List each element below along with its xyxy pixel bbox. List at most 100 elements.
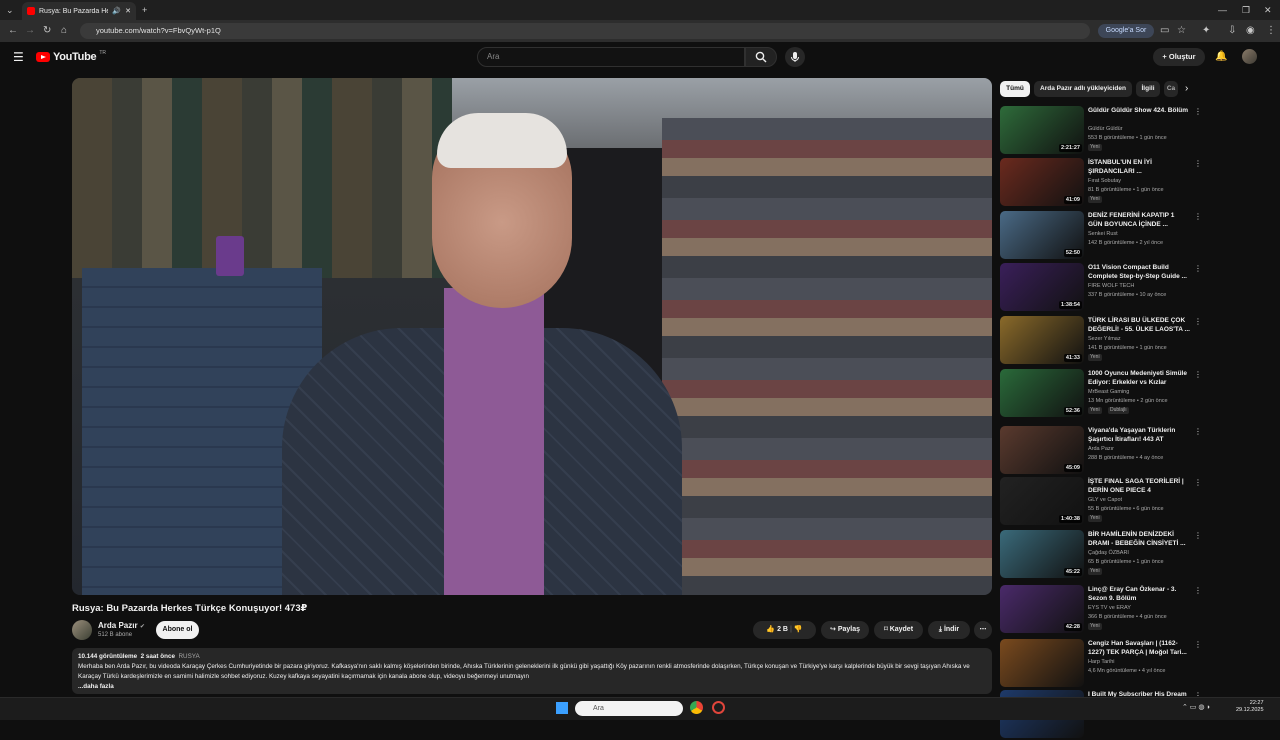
- google-ask-button[interactable]: Google'a Sor: [1098, 24, 1154, 38]
- hamburger-menu-icon[interactable]: ☰: [13, 51, 24, 63]
- extensions-icon[interactable]: ✦: [1202, 25, 1210, 37]
- list-item-channel[interactable]: MrBeast Gaming: [1088, 389, 1129, 395]
- search-button[interactable]: [745, 47, 777, 67]
- share-button[interactable]: ↪ Paylaş: [821, 621, 869, 639]
- list-item[interactable]: 45:09 Viyana'da Yaşayan Türklerin Şaşırtı…: [1000, 426, 1202, 476]
- home-icon[interactable]: ⌂: [61, 25, 67, 37]
- video-thumbnail[interactable]: 2:21:27: [1000, 106, 1084, 154]
- kebab-menu-icon[interactable]: ⋮: [1194, 427, 1202, 436]
- kebab-menu-icon[interactable]: ⋮: [1194, 159, 1202, 168]
- video-thumbnail[interactable]: 42:28: [1000, 585, 1084, 633]
- browser-tab[interactable]: Rusya: Bu Pazarda Herkes T 🔊 ✕: [22, 2, 136, 20]
- video-thumbnail[interactable]: 45:22: [1000, 530, 1084, 578]
- kebab-menu-icon[interactable]: ⋮: [1194, 586, 1202, 595]
- list-item-channel[interactable]: Senkei Rust: [1088, 231, 1118, 237]
- downloads-icon[interactable]: ⇩: [1228, 25, 1236, 37]
- kebab-menu-icon[interactable]: ⋮: [1194, 531, 1202, 540]
- taskbar-search[interactable]: Ara: [575, 701, 683, 716]
- like-button[interactable]: 👍 2 B: [766, 626, 788, 633]
- list-item-title[interactable]: BİR HAMİLENİN DENİZDEKİ DRAMI - BEBEĞİN …: [1088, 530, 1190, 548]
- kebab-menu-icon[interactable]: ⋮: [1194, 370, 1202, 379]
- list-item-channel[interactable]: Sezer Yılmaz: [1088, 336, 1121, 342]
- chip-all[interactable]: Tümü: [1000, 81, 1030, 97]
- address-bar[interactable]: youtube.com/watch?v=FbvQyWt-p1Q: [80, 23, 1090, 39]
- video-thumbnail[interactable]: 41:09: [1000, 158, 1084, 206]
- voice-search-button[interactable]: [785, 47, 805, 67]
- tab-list-icon[interactable]: ⌄: [6, 4, 14, 16]
- list-item-channel[interactable]: Harp Tarihi: [1088, 659, 1115, 665]
- channel-name[interactable]: Arda Pazır ✔: [98, 621, 145, 630]
- list-item-title[interactable]: 1000 Oyuncu Medeniyeti Simüle Ediyor: Er…: [1088, 369, 1190, 387]
- video-thumbnail[interactable]: 45:09: [1000, 426, 1084, 474]
- video-thumbnail[interactable]: [1000, 639, 1084, 687]
- reload-icon[interactable]: ↻: [43, 25, 51, 37]
- list-item-channel[interactable]: Arda Pazır: [1088, 446, 1114, 452]
- video-thumbnail[interactable]: 52:36: [1000, 369, 1084, 417]
- video-thumbnail[interactable]: 52:50: [1000, 211, 1084, 259]
- chevron-right-icon[interactable]: ›: [1185, 83, 1188, 95]
- list-item[interactable]: 42:28 Linç@ Eray Can Özkenar - 3. Sezon 9…: [1000, 585, 1202, 635]
- youtube-logo[interactable]: YouTube TR: [36, 50, 106, 63]
- list-item[interactable]: 2:21:27 Güldür Güldür Show 424. Bölüm Güld…: [1000, 106, 1202, 156]
- chrome-taskbar-icon[interactable]: [690, 701, 703, 714]
- tray-icons[interactable]: ⌃ ▭ ◍ ◗: [1182, 703, 1211, 711]
- system-clock[interactable]: 22:27 29.12.2025: [1236, 700, 1264, 714]
- kebab-menu-icon[interactable]: ⋮: [1194, 478, 1202, 487]
- minimize-icon[interactable]: —: [1218, 4, 1227, 16]
- create-button[interactable]: + Oluştur: [1153, 48, 1205, 66]
- search-input[interactable]: Ara: [477, 47, 745, 67]
- notifications-bell-icon[interactable]: 🔔: [1215, 51, 1227, 62]
- video-player[interactable]: [72, 78, 992, 595]
- list-item[interactable]: 52:36 1000 Oyuncu Medeniyeti Simüle Ediyo…: [1000, 369, 1202, 419]
- list-item[interactable]: 52:50 DENİZ FENERİNİ KAPATIP 1 GÜN BOYUNC…: [1000, 211, 1202, 261]
- menu-icon[interactable]: ⋮: [1266, 25, 1276, 37]
- list-item-channel[interactable]: EYS TV ve ERAY: [1088, 605, 1131, 611]
- video-hashtag[interactable]: RUSYA: [178, 653, 199, 660]
- list-item-title[interactable]: İSTANBUL'UN EN İYİ ŞIRDANCILARI ...: [1088, 158, 1190, 176]
- list-item-title[interactable]: Linç@ Eray Can Özkenar - 3. Sezon 9. Böl…: [1088, 585, 1190, 603]
- maximize-icon[interactable]: ❐: [1242, 4, 1250, 16]
- new-tab-icon[interactable]: +: [142, 4, 147, 16]
- video-thumbnail[interactable]: 1:38:54: [1000, 263, 1084, 311]
- list-item[interactable]: 41:09 İSTANBUL'UN EN İYİ ŞIRDANCILARI ...…: [1000, 158, 1202, 208]
- windows-start-icon[interactable]: [556, 702, 568, 714]
- list-item-channel[interactable]: Çağdaş ÖZBARI: [1088, 550, 1129, 556]
- list-item-channel[interactable]: Fırat Sobutay: [1088, 178, 1121, 184]
- more-actions-button[interactable]: ⋯: [974, 621, 992, 639]
- dislike-button[interactable]: 👎: [794, 626, 803, 633]
- cast-icon[interactable]: ▭: [1160, 25, 1169, 37]
- close-tab-icon[interactable]: ✕: [125, 7, 131, 15]
- back-icon[interactable]: ←: [8, 25, 18, 37]
- list-item-title[interactable]: Cengiz Han Savaşları | (1162-1227) TEK P…: [1088, 639, 1190, 657]
- video-thumbnail[interactable]: 1:40:38: [1000, 477, 1084, 525]
- list-item[interactable]: 45:22 BİR HAMİLENİN DENİZDEKİ DRAMI - BEB…: [1000, 530, 1202, 580]
- avatar[interactable]: [1242, 49, 1257, 64]
- list-item-title[interactable]: TÜRK LİRASI BU ÜLKEDE ÇOK DEĞERLİ! - 55.…: [1088, 316, 1190, 334]
- speaker-icon[interactable]: 🔊: [112, 7, 121, 15]
- list-item[interactable]: Cengiz Han Savaşları | (1162-1227) TEK P…: [1000, 639, 1202, 689]
- kebab-menu-icon[interactable]: ⋮: [1194, 640, 1202, 649]
- list-item-channel[interactable]: Güldür Güldür: [1088, 126, 1123, 132]
- list-item[interactable]: 1:40:38 İŞTE FINAL SAGA TEORİLERİ | DERİN…: [1000, 477, 1202, 527]
- kebab-menu-icon[interactable]: ⋮: [1194, 317, 1202, 326]
- list-item-title[interactable]: İŞTE FINAL SAGA TEORİLERİ | DERİN ONE PI…: [1088, 477, 1190, 495]
- chip-more[interactable]: Ca: [1164, 81, 1178, 97]
- description-box[interactable]: 10.144 görüntüleme 2 saat önce RUSYA Mer…: [72, 648, 992, 694]
- list-item-channel[interactable]: FIRE WOLF TECH: [1088, 283, 1134, 289]
- close-window-icon[interactable]: ✕: [1264, 4, 1272, 16]
- list-item-title[interactable]: O11 Vision Compact Build Complete Step-b…: [1088, 263, 1190, 281]
- app-taskbar-icon[interactable]: [712, 701, 725, 714]
- list-item-channel[interactable]: GLY ve Capot: [1088, 497, 1122, 503]
- list-item[interactable]: 41:33 TÜRK LİRASI BU ÜLKEDE ÇOK DEĞERLİ! …: [1000, 316, 1202, 366]
- list-item-title[interactable]: Güldür Güldür Show 424. Bölüm: [1088, 106, 1190, 115]
- forward-icon[interactable]: →: [25, 25, 35, 37]
- kebab-menu-icon[interactable]: ⋮: [1194, 212, 1202, 221]
- chip-related[interactable]: İlgili: [1136, 81, 1160, 97]
- subscribe-button[interactable]: Abone ol: [156, 621, 199, 639]
- download-button[interactable]: ⤓ İndir: [928, 621, 970, 639]
- profile-icon[interactable]: ◉: [1246, 25, 1255, 37]
- kebab-menu-icon[interactable]: ⋮: [1194, 264, 1202, 273]
- channel-avatar[interactable]: [72, 620, 92, 640]
- list-item-title[interactable]: Viyana'da Yaşayan Türklerin Şaşırtıcı İt…: [1088, 426, 1190, 444]
- list-item-title[interactable]: DENİZ FENERİNİ KAPATIP 1 GÜN BOYUNCA İÇİ…: [1088, 211, 1190, 229]
